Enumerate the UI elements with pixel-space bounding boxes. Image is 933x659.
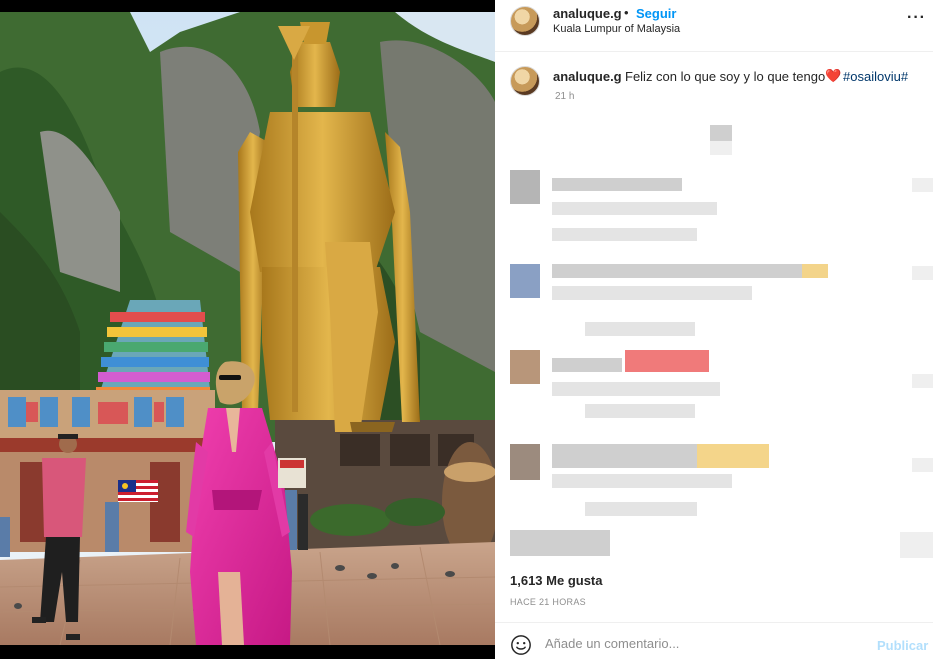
header-separator: •	[624, 5, 629, 20]
pixelated-block	[710, 125, 732, 141]
pixelated-text	[552, 286, 752, 300]
comment-input[interactable]	[545, 633, 865, 653]
emoji-smiley-icon[interactable]	[510, 634, 532, 656]
pixelated-text	[552, 444, 697, 468]
post-location[interactable]: Kuala Lumpur of Malaysia	[553, 23, 680, 35]
pixelated-avatar	[510, 264, 540, 298]
pixelated-text	[510, 530, 610, 556]
pixelated-text	[552, 474, 732, 488]
pixelated-avatar	[510, 170, 540, 204]
pixelated-avatar	[510, 350, 540, 384]
pixelated-avatar	[510, 444, 540, 480]
photo-letterbox-top	[0, 0, 495, 12]
caption-hashtag[interactable]: #osailoviu#	[843, 69, 908, 84]
follow-button[interactable]: Seguir	[636, 6, 676, 21]
caption-avatar[interactable]	[510, 66, 540, 96]
pixelated-emoji	[697, 444, 769, 468]
pixelated-text	[912, 458, 933, 472]
pixelated-text	[900, 532, 933, 558]
pixelated-emoji	[802, 264, 828, 278]
pixelated-text	[552, 228, 697, 241]
author-avatar[interactable]	[510, 6, 540, 36]
pixelated-text	[552, 178, 682, 191]
author-username[interactable]: analuque.g	[553, 6, 622, 21]
pixelated-text	[912, 178, 933, 192]
pixelated-text	[552, 202, 717, 215]
pixelated-emoji	[625, 350, 709, 372]
post-timestamp: HACE 21 HORAS	[510, 597, 586, 607]
pixelated-text	[552, 382, 720, 396]
pixelated-text	[585, 502, 697, 516]
pixelated-text	[585, 404, 695, 418]
publish-button[interactable]: Publicar	[877, 638, 928, 653]
photo-letterbox-bottom	[0, 645, 495, 659]
pixelated-text	[552, 358, 622, 372]
pixelated-text	[912, 266, 933, 280]
caption-username[interactable]: analuque.g	[553, 69, 622, 84]
caption-time[interactable]: 21 h	[555, 91, 574, 102]
pixelated-text	[912, 374, 933, 388]
likes-count[interactable]: 1,613 Me gusta	[510, 573, 603, 588]
more-options-icon[interactable]: ···	[907, 9, 926, 27]
pixelated-text	[585, 322, 695, 336]
batu-caves-photo	[0, 12, 495, 645]
heart-emoji: ❤️	[825, 68, 842, 83]
add-comment-bar: Publicar	[495, 622, 933, 659]
post-photo[interactable]	[0, 0, 495, 659]
pixelated-block	[710, 141, 732, 155]
caption-text: Feliz con lo que soy y lo que tengo	[625, 69, 826, 84]
pixelated-text	[552, 264, 802, 278]
post-header: analuque.g • Seguir Kuala Lumpur of Mala…	[495, 0, 933, 52]
post-detail-panel: analuque.g • Seguir Kuala Lumpur of Mala…	[495, 0, 933, 659]
